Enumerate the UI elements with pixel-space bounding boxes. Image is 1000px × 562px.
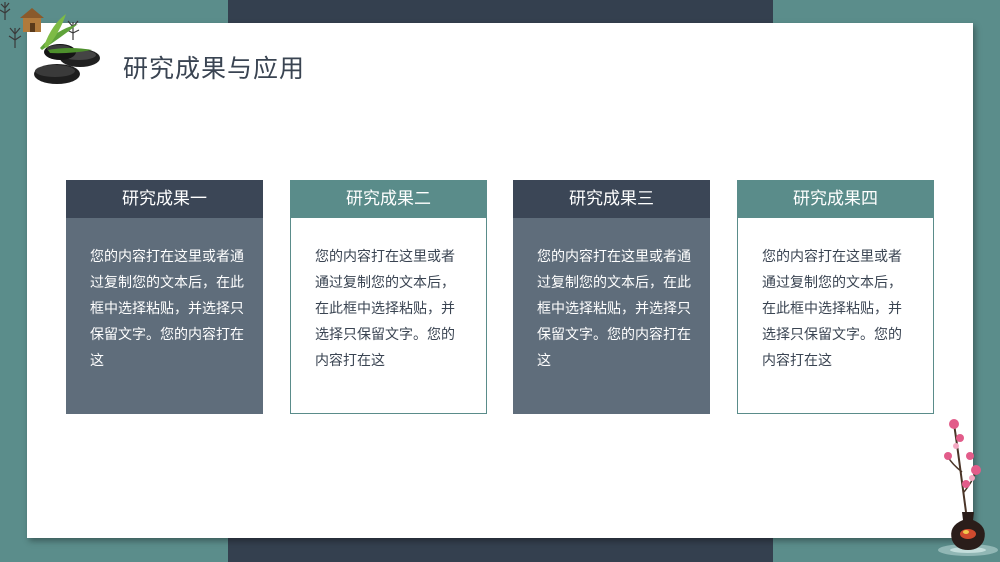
hut-icon xyxy=(20,8,44,32)
result-card-2: 研究成果二 您的内容打在这里或者通过复制您的文本后，在此框中选择粘贴，并选择只保… xyxy=(290,180,487,414)
plum-blossom-vase-icon xyxy=(938,419,998,556)
card-heading: 研究成果二 xyxy=(290,180,487,218)
top-dark-band xyxy=(228,0,773,24)
bottom-dark-band xyxy=(228,538,773,562)
card-heading: 研究成果一 xyxy=(66,180,263,218)
card-heading: 研究成果四 xyxy=(737,180,934,218)
card-body-text: 您的内容打在这里或者通过复制您的文本后，在此框中选择粘贴，并选择只保留文字。您的… xyxy=(66,218,263,414)
card-body-text: 您的内容打在这里或者通过复制您的文本后，在此框中选择粘贴，并选择只保留文字。您的… xyxy=(737,218,934,414)
slide-title: 研究成果与应用 xyxy=(123,54,306,83)
slide-panel: 研究成果与应用 研究成果一 您的内容打在这里或者通过复制您的文本后，在此框中选择… xyxy=(27,23,973,538)
result-card-4: 研究成果四 您的内容打在这里或者通过复制您的文本后，在此框中选择粘贴，并选择只保… xyxy=(737,180,934,414)
card-body-text: 您的内容打在这里或者通过复制您的文本后，在此框中选择粘贴，并选择只保留文字。您的… xyxy=(513,218,710,414)
card-body-text: 您的内容打在这里或者通过复制您的文本后，在此框中选择粘贴，并选择只保留文字。您的… xyxy=(290,218,487,414)
result-card-3: 研究成果三 您的内容打在这里或者通过复制您的文本后，在此框中选择粘贴，并选择只保… xyxy=(513,180,710,414)
card-heading: 研究成果三 xyxy=(513,180,710,218)
zen-stones-decoration-icon xyxy=(0,2,100,84)
result-card-1: 研究成果一 您的内容打在这里或者通过复制您的文本后，在此框中选择粘贴，并选择只保… xyxy=(66,180,263,414)
